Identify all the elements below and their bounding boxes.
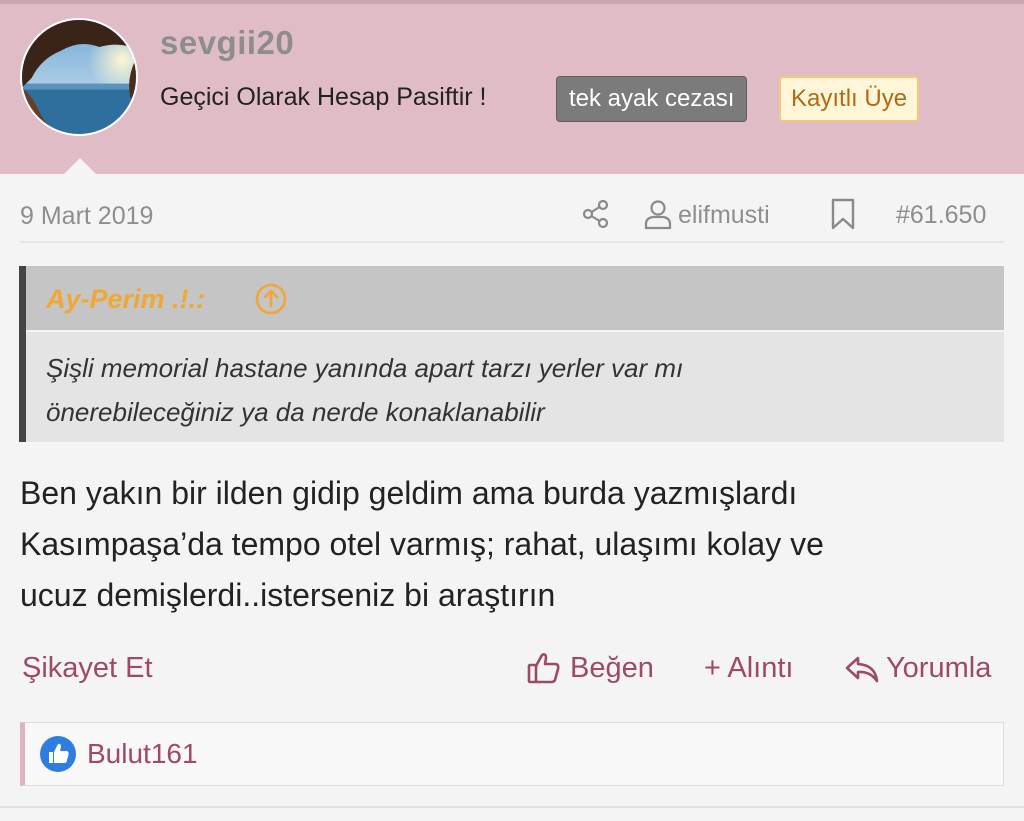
quote-line: Şişli memorial hastane yanında apart tar… <box>46 353 684 383</box>
post-date[interactable]: 9 Mart 2019 <box>20 202 153 231</box>
username[interactable]: sevgii20 <box>160 24 294 62</box>
member-badge: Kayıtlı Üye <box>779 76 920 122</box>
liked-by-user[interactable]: Bulut161 <box>87 738 198 770</box>
user-header: sevgii20 Geçici Olarak Hesap Pasiftir ! … <box>0 4 1024 178</box>
user-icon <box>644 200 672 230</box>
quote-text: Şişli memorial hastane yanında apart tar… <box>46 346 986 434</box>
like-button[interactable]: Beğen <box>570 652 654 685</box>
post-actions: Şikayet Et Beğen + Alıntı Yorumla <box>0 646 1024 696</box>
bottom-divider <box>0 806 1024 808</box>
post-body-line: Ben yakın bir ilden gidip geldim ama bur… <box>20 475 798 511</box>
post-body-line: Kasımpaşa’da tempo otel varmış; rahat, u… <box>20 526 824 562</box>
share-icon[interactable] <box>580 198 612 230</box>
reply-button[interactable]: Yorumla <box>886 652 991 685</box>
thumbs-up-icon[interactable] <box>526 650 562 686</box>
post-meta-row: 9 Mart 2019 elifmusti #61.650 <box>0 174 1024 244</box>
quote-author[interactable]: Ay-Perim .!.: <box>46 284 205 315</box>
quote-line: önerebileceğiniz ya da nerde konaklanabi… <box>46 397 545 427</box>
quote-header: Ay-Perim .!.: <box>26 266 1004 332</box>
post-body-line: ucuz demişlerdi..isterseniz bi araştırın <box>20 577 556 613</box>
report-button[interactable]: Şikayet Et <box>22 652 153 685</box>
user-banner-badge: tek ayak cezası <box>556 76 748 122</box>
post-body: Ben yakın bir ilden gidip geldim ama bur… <box>20 468 1010 621</box>
likes-bar: Bulut161 <box>20 722 1004 786</box>
meta-divider <box>20 241 1004 243</box>
post-number[interactable]: #61.650 <box>896 201 986 230</box>
bookmark-icon[interactable] <box>830 198 856 230</box>
quote-button[interactable]: + Alıntı <box>704 652 793 685</box>
quote-block: Ay-Perim .!.: Şişli memorial hastane yan… <box>19 266 1004 442</box>
reply-icon[interactable] <box>844 652 880 686</box>
avatar[interactable] <box>20 18 138 136</box>
like-reaction-icon <box>40 736 76 772</box>
avatar-photo <box>22 20 136 134</box>
post-author-name[interactable]: elifmusti <box>678 201 770 230</box>
user-title: Geçici Olarak Hesap Pasiftir ! <box>160 83 487 111</box>
arrow-up-circle-icon[interactable] <box>254 282 288 316</box>
